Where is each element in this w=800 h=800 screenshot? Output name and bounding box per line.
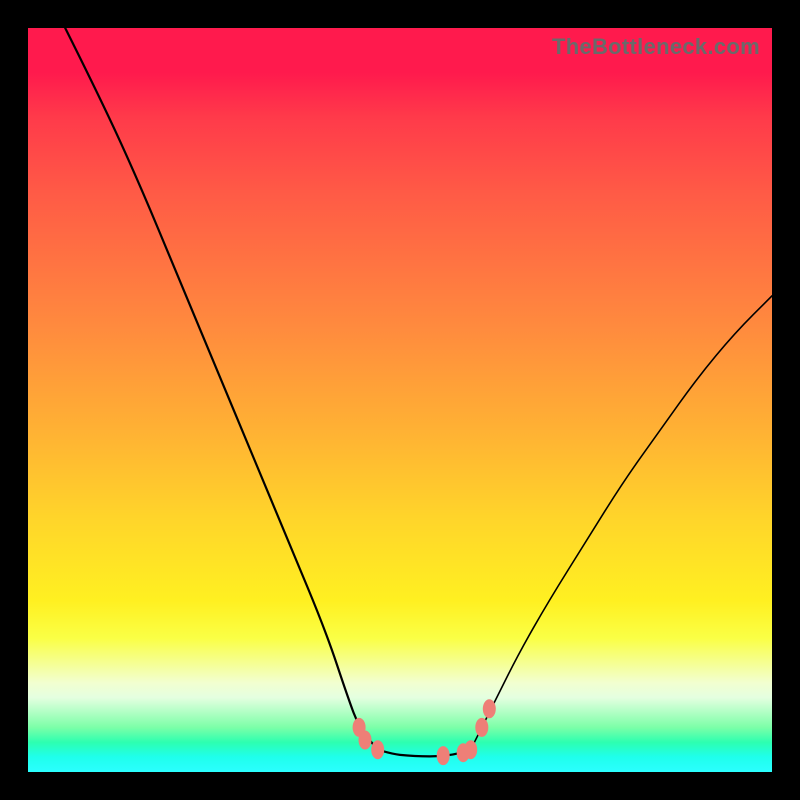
marker-point <box>475 718 488 737</box>
right-curve-path <box>471 296 772 750</box>
marker-point <box>437 746 450 765</box>
plot-area: TheBottleneck.com <box>28 28 772 772</box>
marker-point <box>483 699 496 718</box>
left-curve-path <box>65 28 377 750</box>
curve-layer <box>28 28 772 772</box>
marker-point <box>464 740 477 759</box>
chart-frame: TheBottleneck.com <box>0 0 800 800</box>
marker-point <box>359 731 372 750</box>
marker-point <box>371 740 384 759</box>
